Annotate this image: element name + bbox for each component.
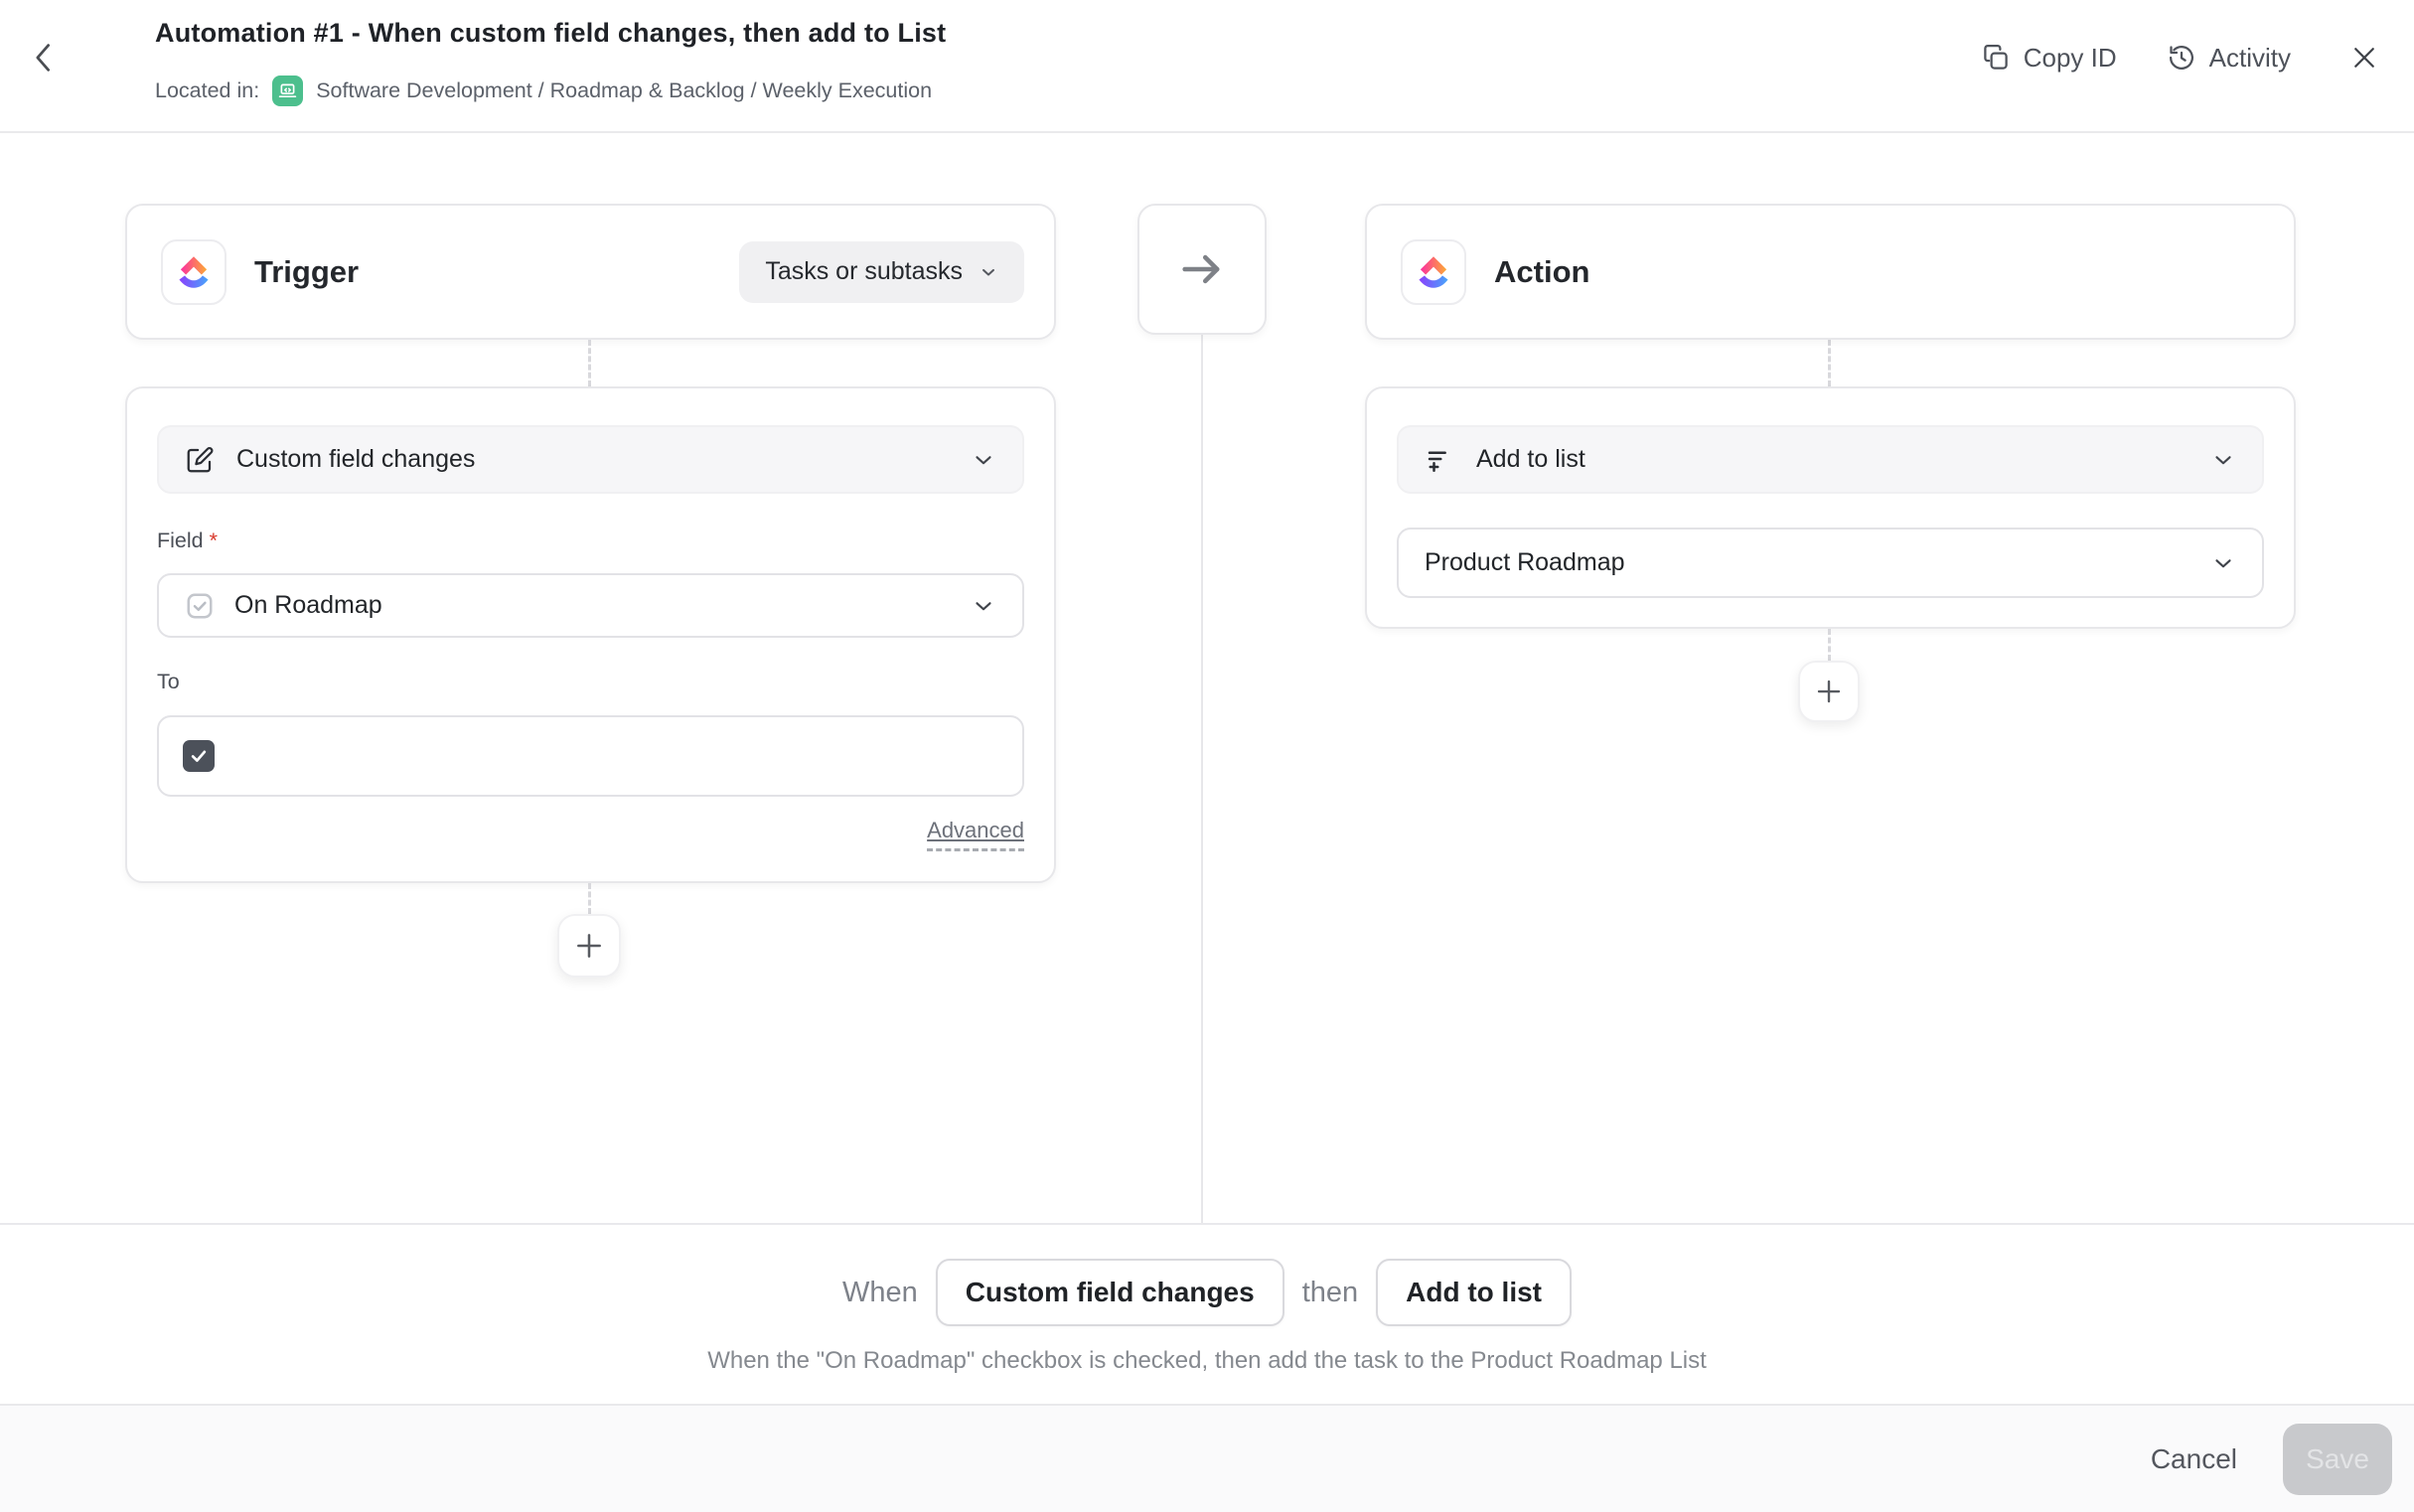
when-label: When — [842, 1277, 918, 1309]
clickup-logo — [161, 239, 226, 305]
trigger-scope-value: Tasks or subtasks — [765, 257, 963, 286]
summary-description: When the "On Roadmap" checkbox is checke… — [0, 1347, 2414, 1375]
trigger-config-card: Custom field changes Field * On Roadmap T… — [125, 386, 1056, 883]
copy-id-label: Copy ID — [2024, 43, 2117, 74]
plus-icon — [1814, 677, 1844, 706]
list-value: Product Roadmap — [1425, 548, 1625, 577]
field-label: Field * — [157, 529, 218, 553]
required-asterisk: * — [210, 529, 218, 552]
field-value: On Roadmap — [234, 591, 382, 620]
action-connector-line — [1828, 340, 1831, 386]
checkbox-field-icon — [185, 591, 215, 621]
checked-checkbox-icon[interactable] — [183, 740, 215, 772]
to-value-input[interactable] — [157, 715, 1024, 797]
breadcrumb: Located in: Software Development / Roadm… — [155, 76, 932, 106]
space-icon — [272, 76, 303, 106]
trigger-type-value: Custom field changes — [236, 445, 475, 474]
action-card: Action — [1365, 204, 2296, 340]
trigger-plus-connector-line — [588, 883, 591, 914]
chevron-left-icon — [31, 41, 57, 75]
action-summary-chip[interactable]: Add to list — [1376, 1259, 1572, 1326]
action-config-card: Add to list Product Roadmap — [1365, 386, 2296, 629]
trigger-summary-chip[interactable]: Custom field changes — [936, 1259, 1284, 1326]
trigger-scope-dropdown[interactable]: Tasks or subtasks — [739, 241, 1024, 303]
activity-label: Activity — [2209, 43, 2291, 74]
check-icon — [189, 746, 209, 766]
header-bar: Automation #1 - When custom field change… — [0, 0, 2414, 133]
laptop-icon — [277, 80, 298, 101]
trigger-connector-line — [588, 340, 591, 386]
located-in-label: Located in: — [155, 78, 259, 103]
cancel-button[interactable]: Cancel — [2151, 1443, 2237, 1475]
close-button[interactable] — [2340, 34, 2388, 81]
action-type-dropdown[interactable]: Add to list — [1397, 425, 2264, 494]
header-actions: Copy ID Activity — [1981, 30, 2388, 85]
location-path: Software Development / Roadmap & Backlog… — [316, 78, 932, 103]
list-dropdown[interactable]: Product Roadmap — [1397, 528, 2264, 598]
page-title: Automation #1 - When custom field change… — [155, 18, 946, 49]
chevron-down-icon — [971, 447, 996, 473]
advanced-link[interactable]: Advanced — [927, 818, 1024, 851]
save-button[interactable]: Save — [2283, 1424, 2392, 1495]
column-divider — [1201, 335, 1203, 1225]
arrow-right-icon — [1176, 243, 1228, 295]
activity-button[interactable]: Activity — [2167, 43, 2291, 74]
copy-id-button[interactable]: Copy ID — [1981, 43, 2117, 74]
close-icon — [2349, 43, 2379, 73]
copy-icon — [1981, 43, 2011, 73]
action-section-title: Action — [1494, 254, 1589, 290]
summary-divider — [0, 1223, 2414, 1225]
trigger-card: Trigger Tasks or subtasks — [125, 204, 1056, 340]
chevron-down-icon — [2210, 447, 2236, 473]
edit-icon — [185, 445, 215, 475]
chevron-down-icon — [971, 593, 996, 619]
clickup-logo-icon — [173, 251, 215, 293]
plus-icon — [573, 930, 605, 962]
to-label: To — [157, 670, 180, 694]
trigger-section-title: Trigger — [254, 254, 359, 290]
field-label-text: Field — [157, 529, 204, 552]
action-type-value: Add to list — [1476, 445, 1585, 474]
history-icon — [2167, 43, 2196, 73]
then-label: then — [1302, 1277, 1358, 1309]
trigger-type-dropdown[interactable]: Custom field changes — [157, 425, 1024, 494]
add-to-list-icon — [1425, 445, 1454, 475]
automation-summary-row: When Custom field changes then Add to li… — [0, 1258, 2414, 1327]
back-button[interactable] — [20, 34, 68, 81]
arrow-connector-card — [1137, 204, 1267, 335]
chevron-down-icon — [2210, 550, 2236, 576]
clickup-logo — [1401, 239, 1466, 305]
action-plus-connector-line — [1828, 629, 1831, 661]
add-action-button[interactable] — [1798, 661, 1860, 722]
clickup-logo-icon — [1413, 251, 1454, 293]
footer-bar: Cancel Save — [0, 1404, 2414, 1512]
add-trigger-condition-button[interactable] — [557, 914, 621, 978]
chevron-down-icon — [979, 262, 998, 282]
field-dropdown[interactable]: On Roadmap — [157, 573, 1024, 638]
